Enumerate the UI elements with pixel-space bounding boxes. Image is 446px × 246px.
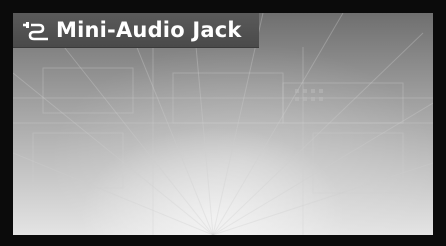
page-title: Mini-Audio Jack: [56, 18, 242, 42]
audio-jack-icon: [22, 19, 50, 41]
source-header: Mini-Audio Jack: [13, 13, 259, 48]
display-screen: Mini-Audio Jack: [13, 13, 433, 235]
display-bezel: Mini-Audio Jack: [0, 0, 446, 246]
